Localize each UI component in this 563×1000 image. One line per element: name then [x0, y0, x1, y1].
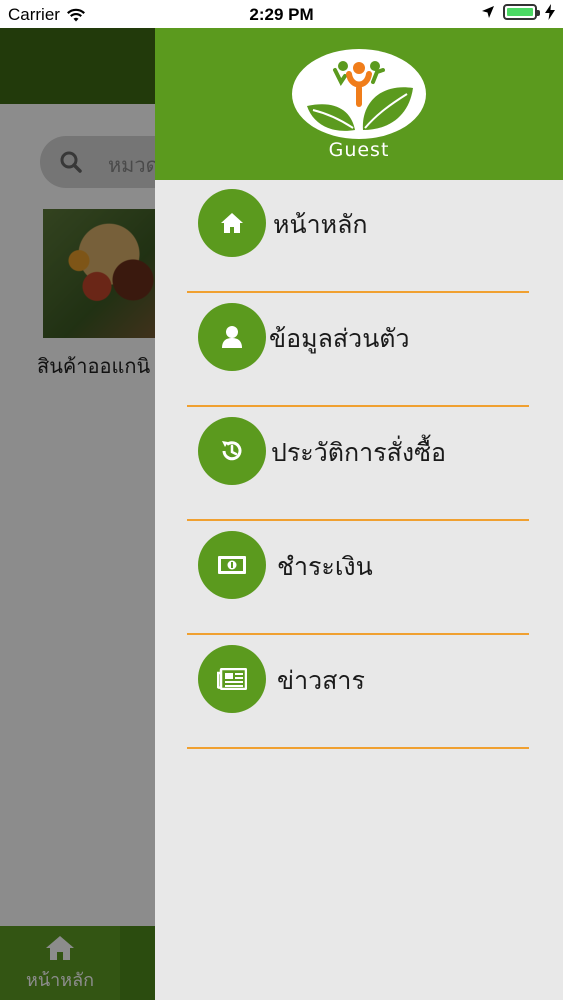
menu-item-label: ประวัติการสั่งซื้อ: [271, 438, 447, 467]
menu-icon-circle: [198, 645, 266, 713]
menu-divider: [187, 519, 529, 521]
menu-divider: [187, 291, 529, 293]
battery-icon: [503, 4, 540, 20]
menu-item-profile[interactable]: ข้อมูลส่วนตัว: [187, 294, 529, 407]
history-icon: [222, 441, 242, 461]
charging-bolt-icon: [545, 4, 555, 20]
menu-divider: [187, 747, 529, 749]
menu-item-label: ข่าวสาร: [277, 666, 365, 695]
menu-item-label: ข้อมูลส่วนตัว: [269, 324, 410, 353]
status-bar: Carrier 2:29 PM: [0, 0, 563, 28]
menu-item-order-history[interactable]: ประวัติการสั่งซื้อ: [187, 408, 529, 521]
menu-icon-circle: [198, 417, 266, 485]
menu-item-label: หน้าหลัก: [273, 210, 368, 239]
newspaper-icon: [217, 668, 247, 690]
status-icons: [481, 4, 555, 20]
menu-item-label: ชำระเงิน: [277, 552, 373, 581]
app-logo: [292, 49, 426, 139]
location-arrow-icon: [482, 6, 494, 18]
menu-item-news[interactable]: ข่าวสาร: [187, 636, 529, 749]
clock: 2:29 PM: [249, 5, 314, 24]
drawer-header: Guest: [155, 28, 563, 180]
menu-icon-circle: [198, 531, 266, 599]
menu-icon-circle: [198, 189, 266, 257]
menu-divider: [187, 633, 529, 635]
user-icon: [222, 326, 242, 348]
menu-icon-circle: [198, 303, 266, 371]
menu-item-home[interactable]: หน้าหลัก: [187, 180, 529, 293]
home-icon: [221, 213, 243, 233]
battery-level: [507, 8, 533, 16]
side-drawer: Guest หน้าหลัก ข้อมูลส่วนตัว ประวัติการส…: [155, 28, 563, 1000]
menu-item-payment[interactable]: ชำระเงิน: [187, 522, 529, 635]
money-icon: [218, 556, 246, 574]
menu-divider: [187, 405, 529, 407]
user-role-label: Guest: [328, 139, 390, 161]
